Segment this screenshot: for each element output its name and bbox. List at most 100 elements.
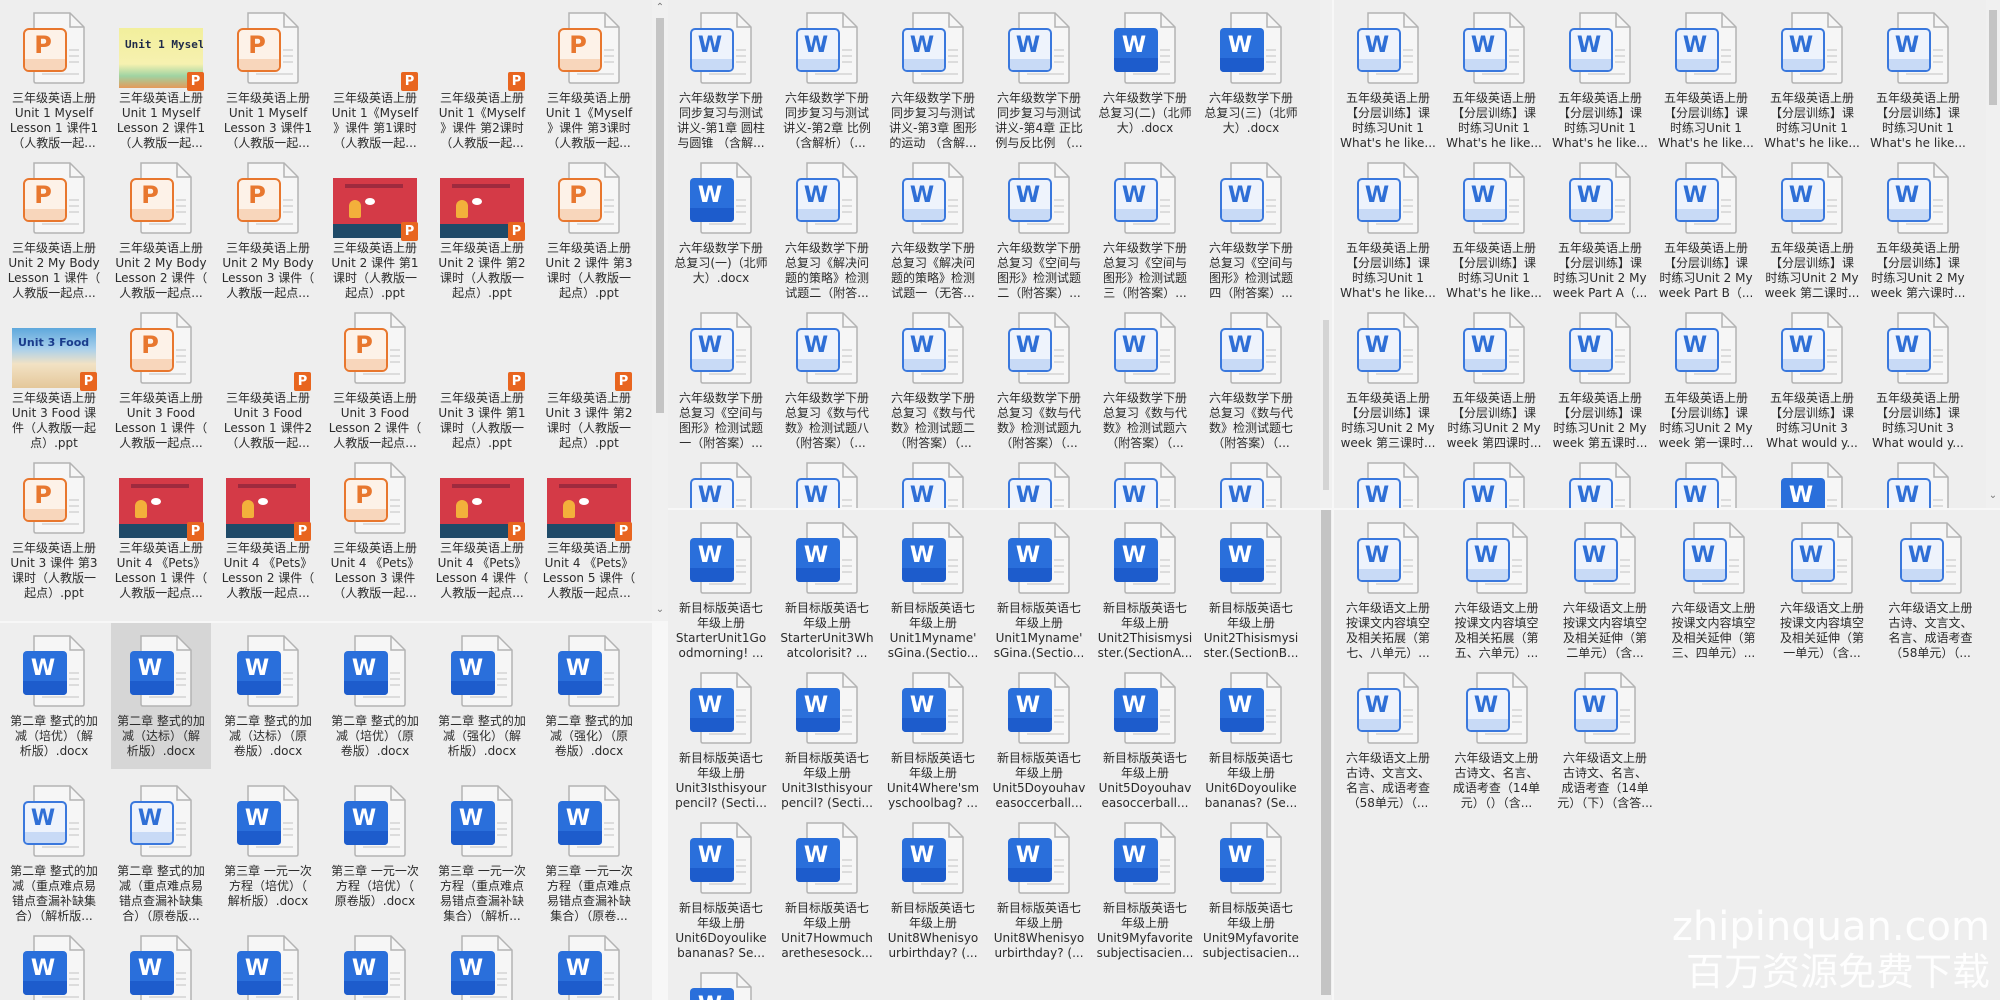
file-item[interactable] <box>671 960 771 1000</box>
file-item[interactable]: 六年级数学下册 总复习《解决问 题的策略》检测 试题二（附答... <box>777 150 877 300</box>
file-item[interactable]: 六年级语文上册 按课文内容填空 及相关延伸（第 三、四单元）... <box>1664 510 1764 660</box>
file-item[interactable] <box>432 923 532 1000</box>
file-item[interactable]: 五年级英语上册 【分层训练】课 时练习Unit 1 What's he like... <box>1444 150 1544 300</box>
file-item[interactable]: 第三章 一元一次 方程（重点难点 易错点查漏补缺 集合）（解析... <box>432 773 532 923</box>
file-item[interactable] <box>1762 450 1862 508</box>
file-item[interactable]: 六年级数学下册 同步复习与测试 讲义-第4章 正比 例与反比例 （... <box>989 0 1089 150</box>
file-item[interactable]: P 三年级英语上册 Unit 2 课件 第1 课时（人教版一 起点）.ppt <box>325 150 425 300</box>
file-item[interactable]: 五年级英语上册 【分层训练】课 时练习Unit 1 What's he like... <box>1868 0 1968 150</box>
scrollbar-thumb[interactable] <box>1989 10 1997 105</box>
file-item[interactable]: P 三年级英语上册 Unit 4 《Pets》 Lesson 5 课件（ 人教版一起点.… <box>539 450 639 600</box>
file-item[interactable]: 第二章 整式的加 减（培优）（解 析版）.docx <box>4 623 104 769</box>
file-item[interactable]: P 三年级英语上册 Unit 3 课件 第2 课时（人教版一 起点）.ppt <box>539 300 639 450</box>
file-item[interactable]: 五年级英语上册 【分层训练】课 时练习Unit 2 My week 第五课时... <box>1550 300 1650 450</box>
pane-2-bottom-file-grid[interactable]: 新目标版英语七 年级上册 StarterUnit1Go odmorning! ... 新… <box>668 510 1320 1000</box>
file-item[interactable] <box>1444 450 1544 508</box>
file-item[interactable] <box>777 450 877 508</box>
file-item[interactable]: 新目标版英语七 年级上册 Unit2Thisismysi ster.(SectionB… <box>1201 510 1301 660</box>
file-item[interactable]: P 三年级英语上册 Unit 4 《Pets》 Lesson 1 课件（ 人教版一起点.… <box>111 450 211 600</box>
file-item[interactable] <box>218 923 318 1000</box>
file-item[interactable] <box>4 923 104 1000</box>
file-item[interactable]: 新目标版英语七 年级上册 Unit1Myname' sGina.(Sectio... <box>883 510 983 660</box>
file-item[interactable]: 五年级英语上册 【分层训练】课 时练习Unit 1 What's he like... <box>1550 0 1650 150</box>
file-item[interactable]: 六年级数学下册 总复习《解决问 题的策略》检测 试题一（无答... <box>883 150 983 300</box>
file-item[interactable]: 六年级语文上册 按课文内容填空 及相关延伸（第 二单元）（含... <box>1555 510 1655 660</box>
file-item[interactable]: 新目标版英语七 年级上册 Unit4Where'sm yschoolbag? ... <box>883 660 983 810</box>
file-item[interactable]: 六年级语文上册 古诗、文言文、 名言、成语考查 （58单元）（... <box>1881 510 1981 660</box>
file-item[interactable]: 第二章 整式的加 减（培优）（原 卷版）.docx <box>325 623 425 769</box>
file-item[interactable]: 六年级数学下册 总复习《空间与 图形》检测试题 二（附答案）... <box>989 150 1089 300</box>
file-item[interactable]: 新目标版英语七 年级上册 Unit8Whenisyo urbirthday? (... <box>883 810 983 960</box>
file-item[interactable] <box>1338 450 1438 508</box>
file-item[interactable]: 新目标版英语七 年级上册 Unit7Howmuch arethesesock... <box>777 810 877 960</box>
file-item[interactable]: 新目标版英语七 年级上册 Unit6Doyoulike bananas? Se... <box>671 810 771 960</box>
scroll-down-icon[interactable]: ⌄ <box>1986 490 2000 501</box>
file-item[interactable]: 六年级数学下册 总复习《空间与 图形》检测试题 四（附答案）... <box>1201 150 1301 300</box>
file-item[interactable]: P 三年级英语上册 Unit 3 Food Lesson 1 课件2 （人教版一起... <box>218 300 318 450</box>
file-item[interactable]: 第二章 整式的加 减（重点难点易 错点查漏补缺集 合）（原卷版... <box>111 773 211 923</box>
file-item[interactable]: 六年级语文上册 按课文内容填空 及相关延伸（第 一单元）（含... <box>1772 510 1872 660</box>
pane-2-top-file-grid[interactable]: 六年级数学下册 同步复习与测试 讲义-第1章 圆柱 与圆锥 （含解... 六年级数学下册… <box>668 0 1320 508</box>
file-item[interactable]: 六年级数学下册 总复习《数与代 数》检测试题二 （附答案）（... <box>883 300 983 450</box>
file-item[interactable]: P 三年级英语上册 Unit 2 课件 第2 课时（人教版一 起点）.ppt <box>432 150 532 300</box>
file-item[interactable]: 第二章 整式的加 减（强化）（原 卷版）.docx <box>539 623 639 769</box>
file-item[interactable]: 六年级语文上册 古诗文、名言、 成语考查（14单 元）（下）（含答... <box>1555 660 1655 810</box>
file-item[interactable] <box>539 923 639 1000</box>
file-item[interactable]: 第三章 一元一次 方程（培优）（ 原卷版）.docx <box>325 773 425 919</box>
file-item[interactable]: 五年级英语上册 【分层训练】课 时练习Unit 2 My week 第三课时... <box>1338 300 1438 450</box>
file-item[interactable]: 三年级英语上册 Unit 1 Myself Lesson 1 课件1 （人教版一起..… <box>4 0 104 150</box>
pane-2-top-scrollbar[interactable] <box>1320 0 1332 508</box>
file-item[interactable]: 新目标版英语七 年级上册 Unit8Whenisyo urbirthday? (... <box>989 810 1089 960</box>
file-item[interactable] <box>1201 450 1301 508</box>
file-item[interactable]: 三年级英语上册 Unit 2 My Body Lesson 3 课件（ 人教版一起点.… <box>218 150 318 300</box>
file-item[interactable]: 三年级英语上册 Unit 2 课件 第3 课时（人教版一 起点）.ppt <box>539 150 639 300</box>
file-item[interactable]: 第三章 一元一次 方程（重点难点 易错点查漏补缺 集合）（原卷... <box>539 773 639 923</box>
pane-3-top-scrollbar[interactable]: ⌄ <box>1986 0 2000 508</box>
file-item[interactable]: 六年级数学下册 总复习(二)（北师 大）.docx <box>1095 0 1195 146</box>
file-item[interactable]: 五年级英语上册 【分层训练】课 时练习Unit 2 My week 第一课时... <box>1656 300 1756 450</box>
file-item[interactable]: 六年级数学下册 同步复习与测试 讲义-第2章 比例 （含解析）（... <box>777 0 877 150</box>
file-item[interactable]: 三年级英语上册 Unit 1 Myself Lesson 3 课件1 （人教版一起..… <box>218 0 318 150</box>
file-item[interactable]: 新目标版英语七 年级上册 Unit5Doyouhav easoccerball... <box>1095 660 1195 810</box>
file-item[interactable] <box>1656 450 1756 508</box>
scrollbar-thumb[interactable] <box>1321 510 1331 995</box>
file-item[interactable]: P 三年级英语上册 Unit 3 课件 第1 课时（人教版一 起点）.ppt <box>432 300 532 450</box>
pane-1-top-scrollbar[interactable]: ⌃ ⌄ <box>652 0 668 621</box>
file-item[interactable]: 六年级数学下册 总复习《数与代 数》检测试题八 （附答案）（... <box>777 300 877 450</box>
file-item[interactable] <box>883 450 983 508</box>
file-item[interactable]: 新目标版英语七 年级上册 Unit2Thisismysi ster.(SectionA… <box>1095 510 1195 660</box>
file-item[interactable] <box>1095 450 1195 508</box>
file-item[interactable]: 五年级英语上册 【分层训练】课 时练习Unit 2 My week 第六课时... <box>1868 150 1968 300</box>
file-item[interactable]: 新目标版英语七 年级上册 Unit3Isthisyour pencil? (Secti… <box>777 660 877 810</box>
file-item[interactable]: 第二章 整式的加 减（强化）（解 析版）.docx <box>432 623 532 769</box>
file-item[interactable]: 六年级数学下册 同步复习与测试 讲义-第3章 图形 的运动 （含解... <box>883 0 983 150</box>
file-item[interactable]: 五年级英语上册 【分层训练】课 时练习Unit 1 What's he like... <box>1444 0 1544 150</box>
file-item[interactable]: 六年级语文上册 按课文内容填空 及相关拓展（第 五、六单元）... <box>1447 510 1547 660</box>
file-item[interactable]: 五年级英语上册 【分层训练】课 时练习Unit 1 What's he like... <box>1762 0 1862 150</box>
file-item[interactable]: 第二章 整式的加 减（达标）（解 析版）.docx <box>111 623 211 769</box>
file-item[interactable]: 五年级英语上册 【分层训练】课 时练习Unit 3 What would y... <box>1868 300 1968 450</box>
file-item[interactable]: 第三章 一元一次 方程（培优）（ 解析版）.docx <box>218 773 318 919</box>
file-item[interactable]: 五年级英语上册 【分层训练】课 时练习Unit 1 What's he like... <box>1338 0 1438 150</box>
scrollbar-thumb[interactable] <box>656 18 664 413</box>
file-item[interactable]: 三年级英语上册 Unit 4 《Pets》 Lesson 3 课件 （人教版一起... <box>325 450 425 600</box>
file-item[interactable]: 三年级英语上册 Unit 3 Food Lesson 2 课件（ 人教版一起点... <box>325 300 425 450</box>
file-item[interactable]: Unit 3 Food P 三年级英语上册 Unit 3 Food 课件（人教版一起点… <box>4 300 104 450</box>
file-item[interactable] <box>671 450 771 508</box>
pane-3-top-file-grid[interactable]: 五年级英语上册 【分层训练】课 时练习Unit 1 What's he like...… <box>1334 0 1986 508</box>
file-item[interactable]: 六年级语文上册 古诗文、名言、 成语考查（14单 元）（）（含... <box>1447 660 1547 810</box>
file-item[interactable]: 五年级英语上册 【分层训练】课 时练习Unit 2 My week 第二课时... <box>1762 150 1862 300</box>
file-item[interactable]: 新目标版英语七 年级上册 StarterUnit1Go odmorning! ... <box>671 510 771 660</box>
file-item[interactable]: 三年级英语上册 Unit 2 My Body Lesson 1 课件（ 人教版一起点.… <box>4 150 104 300</box>
pane-2-bottom-scrollbar[interactable] <box>1320 510 1332 1000</box>
file-item[interactable]: 五年级英语上册 【分层训练】课 时练习Unit 3 What would y... <box>1762 300 1862 450</box>
file-item[interactable]: 第二章 整式的加 减（达标）（原 卷版）.docx <box>218 623 318 769</box>
file-item[interactable]: 新目标版英语七 年级上册 Unit3Isthisyour pencil? (Secti… <box>671 660 771 810</box>
file-item[interactable]: 第二章 整式的加 减（重点难点易 错点查漏补缺集 合）（解析版... <box>4 773 104 923</box>
file-item[interactable]: 五年级英语上册 【分层训练】课 时练习Unit 2 My week Part A（..… <box>1550 150 1650 300</box>
file-item[interactable]: 五年级英语上册 【分层训练】课 时练习Unit 1 What's he like... <box>1656 0 1756 150</box>
file-item[interactable]: 新目标版英语七 年级上册 Unit1Myname' sGina.(Sectio... <box>989 510 1089 660</box>
scroll-down-icon[interactable]: ⌄ <box>653 604 667 615</box>
file-item[interactable]: P 三年级英语上册 Unit 4 《Pets》 Lesson 2 课件（ 人教版一起点.… <box>218 450 318 600</box>
file-item[interactable]: 新目标版英语七 年级上册 Unit5Doyouhav easoccerball... <box>989 660 1089 810</box>
